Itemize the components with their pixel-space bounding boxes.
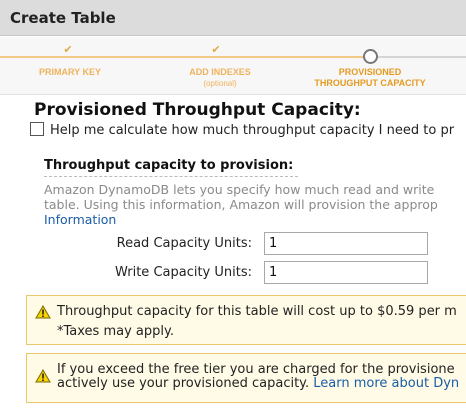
learn-more-link[interactable]: Learn more about Dyn [313,376,459,391]
section-title: Provisioned Throughput Capacity: [34,100,361,120]
free-tier-notice: If you exceed the free tier you are char… [26,353,466,403]
write-capacity-input[interactable] [264,261,428,284]
wizard-step-sublabel: (optional) [203,79,237,88]
wizard-step-label: PROVISIONED [338,67,402,77]
throughput-subheading: Throughput capacity to provision: [44,158,294,173]
cost-notice: Throughput capacity for this table will … [26,295,466,345]
wizard-step-label: PRIMARY KEY [38,67,101,77]
free-tier-text-line2: actively use your provisioned capacity. … [57,376,459,392]
wizard-step-sublabel: THROUGHPUT CAPACITY [314,78,426,88]
free-tier-text-part: actively use your provisioned capacity. [57,376,314,391]
description-line: table. Using this information, Amazon wi… [44,197,438,212]
dialog-title: Create Table [10,9,116,27]
wizard-step-next: T [460,67,466,78]
wizard-step-add-indexes[interactable]: ADD INDEXES (optional) [170,67,270,89]
warning-icon [35,305,51,319]
throughput-description: Amazon DynamoDB lets you specify how muc… [44,182,466,227]
check-icon: ✔ [211,43,221,56]
taxes-note: *Taxes may apply. [57,324,174,339]
create-table-dialog: Create Table ✔ ✔ PRIMARY KEY ADD INDEXES… [0,0,466,414]
wizard-progress-pending-line [378,56,466,58]
wizard-step-primary-key[interactable]: PRIMARY KEY [20,67,120,78]
current-step-circle-icon [363,49,378,64]
read-capacity-input[interactable] [264,232,428,255]
calc-help-label[interactable]: Help me calculate how much throughput ca… [50,123,454,138]
wizard-progress-done-line [0,56,367,58]
information-link[interactable]: Information [44,212,466,227]
calc-help-checkbox[interactable] [30,122,44,136]
write-capacity-label: Write Capacity Units: [114,265,252,280]
warning-icon [35,369,51,383]
subheading-divider [44,176,298,177]
wizard-progress: ✔ ✔ PRIMARY KEY ADD INDEXES (optional) P… [0,37,466,95]
calc-help-row: Help me calculate how much throughput ca… [30,122,454,138]
wizard-step-provisioned-throughput: PROVISIONED THROUGHPUT CAPACITY [305,67,435,89]
wizard-step-label: ADD INDEXES [189,67,251,77]
read-capacity-label: Read Capacity Units: [116,236,252,251]
dialog-titlebar[interactable]: Create Table [0,0,466,36]
check-icon: ✔ [63,43,73,56]
description-line: Amazon DynamoDB lets you specify how muc… [44,182,435,197]
cost-notice-text: Throughput capacity for this table will … [57,304,457,319]
